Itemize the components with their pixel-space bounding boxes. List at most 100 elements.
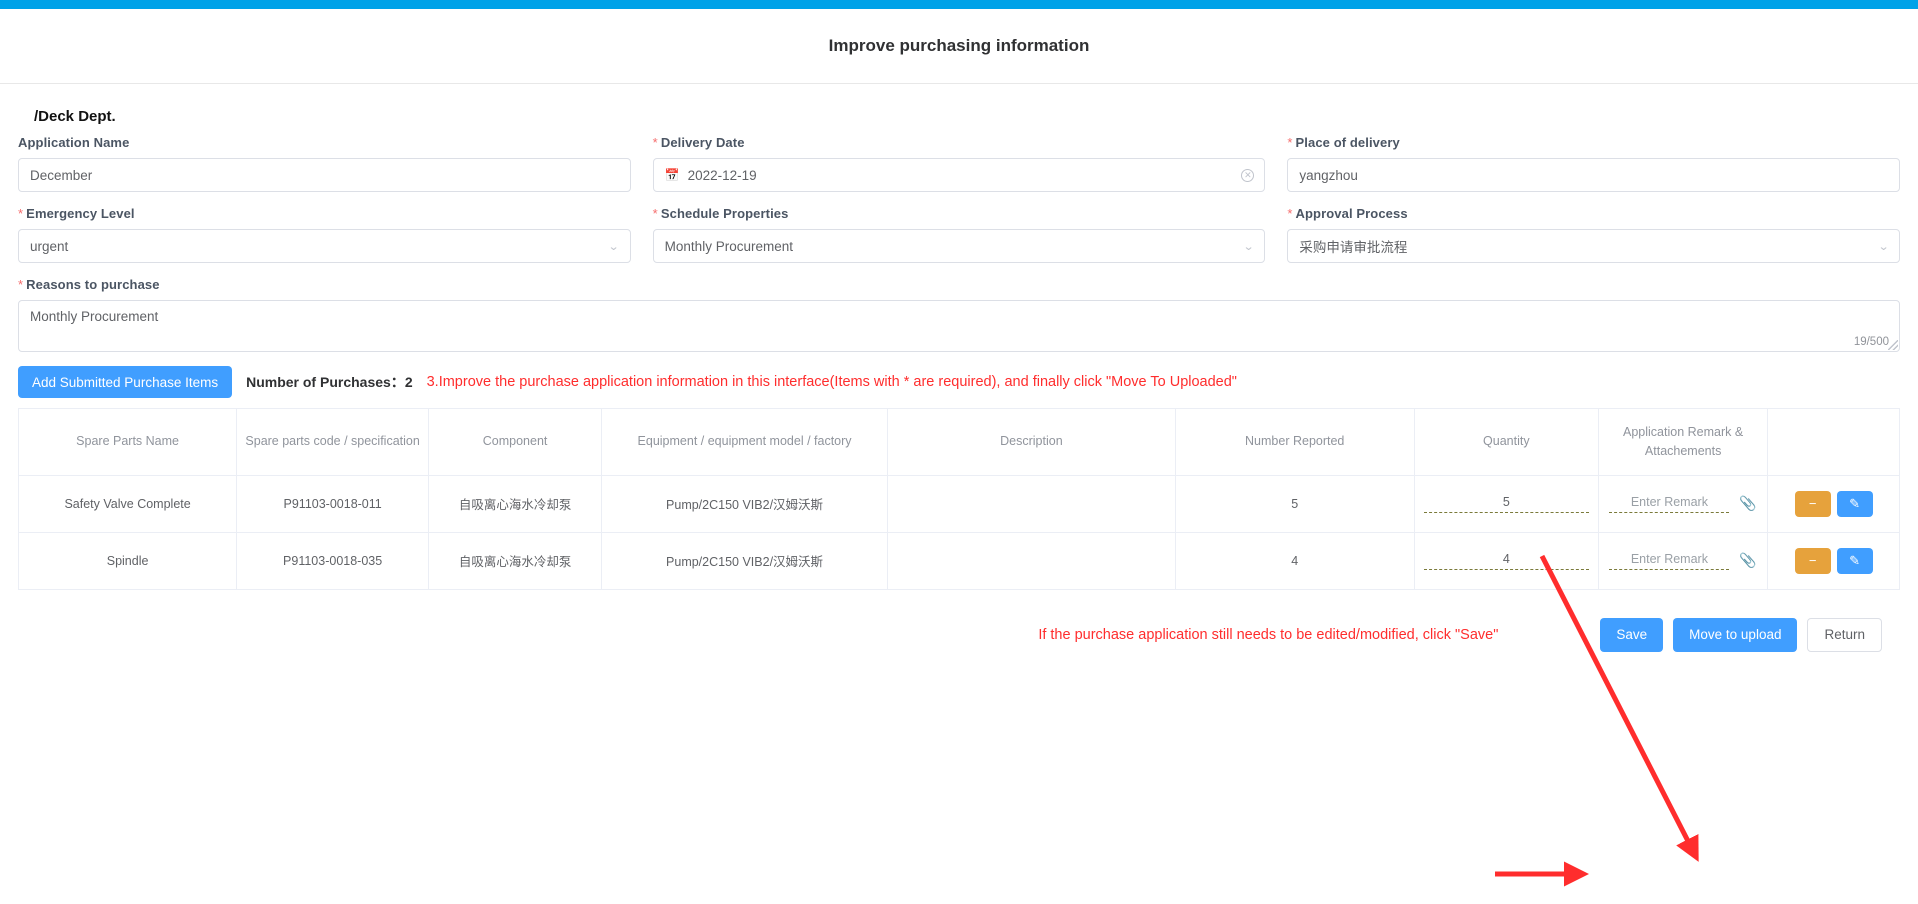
remark-wrapper: Enter Remark 📎 (1605, 552, 1761, 570)
emergency-level-select[interactable]: urgent ⌄ (18, 229, 631, 263)
col-quantity: Quantity (1413, 408, 1599, 476)
place-of-delivery-label: * Place of delivery (1287, 135, 1400, 150)
chevron-down-icon: ⌄ (1242, 240, 1255, 253)
cell-spare-parts-name: Spindle (17, 531, 238, 590)
pencil-icon[interactable]: ✎ (1836, 547, 1873, 574)
cell-spare-parts-code: P91103-0018-035 (236, 531, 430, 590)
delivery-date-label: * Delivery Date (652, 135, 745, 150)
field-schedule-properties: * Schedule Properties Monthly Procurement… (652, 206, 1266, 263)
save-button[interactable]: Save (1600, 617, 1664, 652)
table-header-row: Spare Parts Name Spare parts code / spec… (17, 408, 1900, 476)
reasons-to-purchase-value: Monthly Procurement (30, 309, 159, 324)
table-row: Spindle P91103-0018-035 自吸离心海水冷却泵 Pump/2… (17, 531, 1900, 590)
annotation-step-3: 3.Improve the purchase application infor… (426, 374, 1237, 390)
page-header: Improve purchasing information (0, 9, 1918, 84)
required-star: * (18, 277, 24, 292)
required-star: * (1287, 206, 1293, 221)
col-component: Component (428, 408, 603, 476)
minus-icon[interactable]: − (1794, 547, 1831, 574)
cell-equipment: Pump/2C150 VIB2/汉姆沃斯 (601, 474, 888, 533)
field-reasons-to-purchase: * Reasons to purchase Monthly Procurement… (18, 277, 1900, 352)
application-name-value: December (30, 167, 93, 183)
add-submitted-purchase-items-button[interactable]: Add Submitted Purchase Items (18, 366, 233, 398)
row-actions: − ✎ (1774, 547, 1893, 574)
breadcrumb: /Deck Dept. (34, 108, 116, 125)
field-application-name: Application Name December (18, 135, 631, 192)
required-star: * (1287, 135, 1293, 150)
col-spare-parts-code: Spare parts code / specification (236, 408, 430, 476)
field-delivery-date: * Delivery Date 📅 2022-12-19 ✕ (652, 135, 1266, 192)
application-name-label: Application Name (18, 135, 130, 150)
form-row-2: * Emergency Level urgent ⌄ * Schedule Prop… (18, 206, 1901, 263)
field-approval-process: * Approval Process 采购申请审批流程 ⌄ (1287, 206, 1901, 263)
cell-spare-parts-name: Safety Valve Complete (17, 474, 238, 533)
page-content: /Deck Dept. Application Name December * D… (0, 84, 1918, 652)
required-star: * (652, 206, 658, 221)
cell-actions: − ✎ (1767, 531, 1900, 590)
col-number-reported: Number Reported (1174, 408, 1415, 476)
cell-quantity[interactable]: 4 (1413, 531, 1599, 590)
place-of-delivery-value: yangzhou (1299, 167, 1358, 183)
col-application-remark: Application Remark & Attachements (1597, 408, 1769, 476)
minus-icon[interactable]: − (1794, 490, 1831, 517)
cell-quantity[interactable]: 5 (1413, 474, 1599, 533)
character-counter: 19/500 (1853, 336, 1889, 348)
approval-process-value: 采购申请审批流程 (1299, 240, 1408, 255)
remark-input[interactable]: Enter Remark (1609, 495, 1730, 513)
delivery-date-input[interactable]: 📅 2022-12-19 ✕ (652, 158, 1266, 192)
chevron-down-icon: ⌄ (1877, 240, 1890, 253)
cell-spare-parts-code: P91103-0018-011 (236, 474, 430, 533)
quantity-input[interactable]: 4 (1424, 552, 1589, 570)
reasons-to-purchase-textarea[interactable]: Monthly Procurement 19/500 (18, 300, 1900, 352)
chevron-down-icon: ⌄ (608, 240, 620, 253)
top-accent-bar (0, 0, 1918, 9)
form-row-1: Application Name December * Delivery Date… (18, 135, 1901, 192)
calendar-icon: 📅 (664, 168, 680, 182)
number-of-purchases: Number of Purchases：2 (246, 374, 413, 390)
emergency-level-value: urgent (30, 238, 69, 254)
field-emergency-level: * Emergency Level urgent ⌄ (18, 206, 631, 263)
emergency-level-label: * Emergency Level (18, 206, 135, 221)
approval-process-label: * Approval Process (1287, 206, 1408, 221)
field-place-of-delivery: * Place of delivery yangzhou (1287, 135, 1901, 192)
place-of-delivery-input[interactable]: yangzhou (1287, 158, 1901, 192)
col-actions (1767, 408, 1900, 476)
cell-remark: Enter Remark 📎 (1597, 531, 1769, 590)
cell-component: 自吸离心海水冷却泵 (428, 474, 603, 533)
col-spare-parts-name: Spare Parts Name (17, 408, 238, 476)
required-star: * (18, 206, 24, 221)
remark-input[interactable]: Enter Remark (1609, 552, 1730, 570)
annotation-save-hint: If the purchase application still needs … (1038, 626, 1499, 643)
approval-process-select[interactable]: 采购申请审批流程 ⌄ (1287, 229, 1901, 263)
schedule-properties-label: * Schedule Properties (652, 206, 789, 221)
paperclip-icon[interactable]: 📎 (1739, 495, 1756, 512)
schedule-properties-value: Monthly Procurement (664, 238, 793, 254)
col-equipment: Equipment / equipment model / factory (601, 408, 888, 476)
pencil-icon[interactable]: ✎ (1836, 490, 1873, 517)
clear-circle-icon[interactable]: ✕ (1241, 168, 1255, 182)
resize-handle[interactable] (1888, 340, 1898, 350)
cell-description (887, 531, 1176, 590)
schedule-properties-select[interactable]: Monthly Procurement ⌄ (652, 229, 1266, 263)
quantity-input[interactable]: 5 (1424, 495, 1589, 513)
table-row: Safety Valve Complete P91103-0018-011 自吸… (17, 474, 1900, 533)
footer-actions: If the purchase application still needs … (18, 590, 1900, 652)
items-toolbar: Add Submitted Purchase Items Number of P… (18, 366, 1900, 398)
paperclip-icon[interactable]: 📎 (1739, 552, 1756, 569)
row-actions: − ✎ (1774, 490, 1893, 517)
reasons-to-purchase-label: * Reasons to purchase (18, 277, 160, 292)
move-to-upload-button[interactable]: Move to upload (1673, 617, 1798, 652)
cell-component: 自吸离心海水冷却泵 (428, 531, 603, 590)
remark-wrapper: Enter Remark 📎 (1605, 495, 1761, 513)
return-button[interactable]: Return (1807, 617, 1882, 652)
cell-equipment: Pump/2C150 VIB2/汉姆沃斯 (601, 531, 888, 590)
cell-description (887, 474, 1176, 533)
cell-actions: − ✎ (1767, 474, 1900, 533)
cell-number-reported: 4 (1174, 531, 1415, 590)
col-description: Description (887, 408, 1176, 476)
application-name-input[interactable]: December (18, 158, 631, 192)
delivery-date-value: 2022-12-19 (687, 167, 757, 183)
cell-number-reported: 5 (1174, 474, 1415, 533)
page-title: Improve purchasing information (828, 36, 1090, 55)
required-star: * (652, 135, 658, 150)
